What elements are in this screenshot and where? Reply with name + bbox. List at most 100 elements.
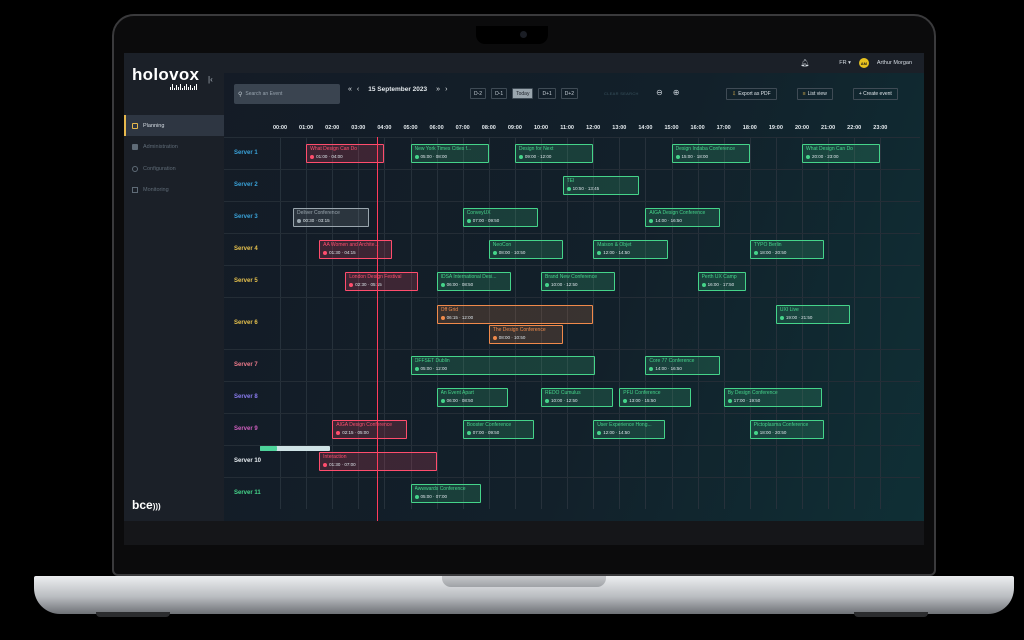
event-block[interactable]: London Design Festival 02:30 · 05:15	[345, 272, 419, 291]
event-name: Booster Conference	[466, 422, 512, 428]
sidebar-item-monitoring[interactable]: Monitoring	[124, 180, 224, 201]
server-label[interactable]: Server 6	[234, 320, 258, 326]
event-name: TEI	[566, 178, 575, 184]
event-block[interactable]: Brand New Conference 10:00 · 12:50	[541, 272, 616, 291]
event-block[interactable]: UXI Live 19:00 · 21:50	[775, 305, 851, 324]
hour-label: 16:00	[690, 125, 705, 131]
event-time: 07:00 · 09:50	[466, 430, 531, 435]
event-block[interactable]: Maison & Objet 12:00 · 14:50	[593, 240, 668, 259]
export-pdf-button[interactable]: ⇩ Export as PDF	[726, 88, 777, 100]
server-label[interactable]: Server 7	[234, 362, 258, 368]
event-time-text: 19:00 · 21:50	[785, 315, 813, 320]
server-label[interactable]: Server 9	[234, 426, 258, 432]
event-block[interactable]: By Design Conference 17:00 · 19:50	[723, 388, 822, 407]
sidebar-item-administration[interactable]: Administration	[124, 137, 224, 158]
event-name: Maison & Objet	[597, 242, 632, 248]
sidebar-item-label: Administration	[143, 144, 178, 150]
app-screen: holovox |‹ Planning Administration Confi…	[124, 53, 924, 521]
event-time: 12:00 · 14:50	[597, 430, 661, 435]
create-event-button[interactable]: + Create event	[852, 88, 898, 100]
event-block[interactable]: What Design Can Do 20:00 · 23:00	[802, 144, 881, 163]
event-name: By Design Conference	[727, 390, 778, 396]
event-block[interactable]: AA Women and Archite... 01:30 · 04:15	[319, 240, 393, 259]
event-block[interactable]: AIGA Design Conference 02:15 · 05:00	[332, 420, 407, 439]
zoom-out-icon[interactable]: ⊖	[656, 88, 663, 97]
language-select[interactable]: FR ▾	[839, 60, 851, 66]
event-block[interactable]: TYPO Berlin 18:00 · 20:50	[749, 240, 825, 259]
event-block[interactable]: Pictoplasma Conference 18:00 · 20:50	[749, 420, 825, 439]
collapse-sidebar-icon[interactable]: |‹	[208, 75, 213, 84]
event-block[interactable]: OFFSET Dublin 05:00 · 12:00	[410, 356, 595, 375]
event-block[interactable]: REDO Cumulus 10:00 · 12:50	[541, 388, 613, 407]
event-time: 02:15 · 05:00	[336, 430, 402, 435]
event-block[interactable]: What Design Can Do 01:00 · 04:00	[306, 144, 385, 163]
server-label[interactable]: Server 11	[234, 490, 261, 496]
event-block[interactable]: The Design Conference 08:00 · 10:50	[488, 325, 564, 344]
event-block[interactable]: Off Grid 06:15 · 12:00	[436, 305, 594, 324]
prev-day-icon[interactable]: ‹	[357, 86, 359, 93]
server-label[interactable]: Server 2	[234, 182, 258, 188]
event-block[interactable]: IDSA International Desi... 06:00 · 08:50	[436, 272, 511, 291]
event-time: 09:00 · 12:00	[518, 154, 589, 159]
hour-label: 10:00	[533, 125, 549, 131]
bell-icon[interactable]: 🔔︎	[800, 59, 809, 67]
day-button-dminus1[interactable]: D-1	[491, 88, 508, 99]
status-dot-icon	[414, 494, 419, 499]
hour-label: 17:00	[716, 125, 731, 131]
hour-label: 11:00	[560, 125, 574, 131]
server-label[interactable]: Server 3	[234, 214, 258, 220]
server-label[interactable]: Server 1	[234, 150, 258, 156]
event-block[interactable]: Core 77 Conference 14:00 · 16:50	[645, 356, 720, 375]
event-time: 14:00 · 16:50	[649, 218, 715, 223]
event-name: User Experience Hong...	[597, 422, 652, 428]
sidebar-item-planning[interactable]: Planning	[124, 115, 224, 136]
event-block[interactable]: PFU Conference 13:00 · 15:50	[619, 388, 692, 407]
server-row: Server 2 TEI 10:50 · 13:45	[224, 169, 920, 201]
event-time-text: 08:00 · 10:50	[498, 335, 526, 340]
event-block[interactable]: Booster Conference 07:00 · 09:50	[462, 420, 535, 439]
status-dot-icon	[649, 366, 654, 371]
event-name: Deliver Conference	[297, 210, 340, 216]
event-block[interactable]: AIGA Design Conference 14:00 · 16:50	[645, 208, 720, 227]
event-block[interactable]: Design Indaba Conference 15:00 · 18:00	[671, 144, 750, 163]
horizontal-scrollbar-thumb[interactable]	[260, 446, 277, 451]
calendar-icon	[132, 122, 138, 129]
search-input[interactable]: ⚲ Search an Event	[234, 84, 340, 104]
clear-search-button[interactable]: CLEAR SEARCH	[604, 91, 639, 96]
event-block[interactable]: Design for Next 09:00 · 12:00	[514, 144, 594, 163]
sidebar: holovox |‹ Planning Administration Confi…	[124, 53, 224, 521]
avatar[interactable]: AM	[858, 58, 869, 68]
current-date[interactable]: 15 September 2023	[368, 86, 427, 93]
prev-week-icon[interactable]: «	[348, 86, 352, 93]
sidebar-item-configuration[interactable]: Configuration	[124, 158, 224, 179]
event-block[interactable]: TEI 10:50 · 13:45	[562, 176, 639, 195]
date-navigator: « ‹ 15 September 2023 » ›	[348, 86, 447, 93]
list-view-button[interactable]: ≡ List view	[796, 88, 833, 100]
camera-icon	[520, 31, 527, 38]
event-time-text: 01:30 · 07:00	[329, 462, 356, 467]
zoom-in-icon[interactable]: ⊕	[673, 88, 680, 97]
event-name: TYPO Berlin	[753, 242, 782, 248]
user-name[interactable]: Arthur Morgan	[877, 60, 912, 66]
event-name: AIGA Design Conference	[649, 210, 706, 216]
event-block[interactable]: NeoCon 08:00 · 10:50	[488, 240, 564, 259]
server-label[interactable]: Server 8	[234, 394, 258, 400]
hour-label: 00:00	[272, 125, 288, 131]
day-button-dplus1[interactable]: D+1	[538, 88, 556, 99]
event-block[interactable]: Deliver Conference 00:30 · 03:15	[293, 208, 369, 227]
next-day-icon[interactable]: ›	[445, 86, 447, 93]
event-block[interactable]: Perth UX Camp 16:00 · 17:50	[697, 272, 746, 291]
server-label[interactable]: Server 4	[234, 246, 258, 252]
server-label[interactable]: Server 10	[234, 458, 261, 464]
next-week-icon[interactable]: »	[436, 86, 440, 93]
event-block[interactable]: Awwwards Conference 05:00 · 07:00	[410, 484, 481, 503]
event-block[interactable]: New York Times Cities f... 05:00 · 08:00	[410, 144, 489, 163]
server-label[interactable]: Server 5	[234, 278, 258, 284]
event-block[interactable]: An Event Apart 06:00 · 08:50	[436, 388, 509, 407]
event-block[interactable]: User Experience Hong... 12:00 · 14:50	[593, 420, 665, 439]
day-button-dminus2[interactable]: D-2	[470, 88, 487, 99]
event-time: 08:00 · 10:50	[492, 335, 559, 340]
event-block[interactable]: ConveyUX 07:00 · 09:50	[462, 208, 539, 227]
day-button-dplus2[interactable]: D+2	[560, 88, 579, 99]
day-button-today[interactable]: Today	[512, 88, 534, 99]
